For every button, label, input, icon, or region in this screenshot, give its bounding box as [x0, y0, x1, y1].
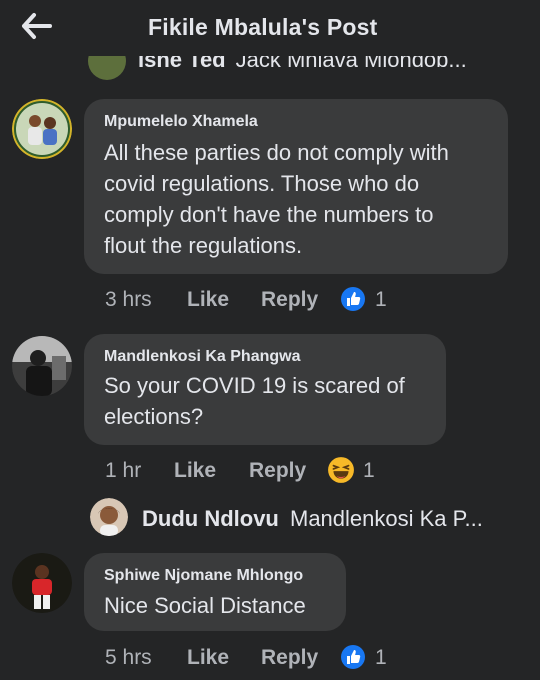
- comment-time[interactable]: 1 hr: [105, 459, 141, 482]
- comment-text: Nice Social Distance: [104, 590, 306, 621]
- comment-text: So your COVID 19 is scared of elections?: [104, 370, 405, 432]
- nested-reply-preview[interactable]: Dudu Ndlovu Mandlenkosi Ka P...: [90, 498, 530, 538]
- avatar[interactable]: [12, 99, 72, 159]
- reply-preview-text: Mandlenkosi Ka P...: [290, 506, 483, 531]
- comment-line: So your COVID 19 is scared of: [104, 373, 405, 398]
- comment-author-name[interactable]: Mandlenkosi Ka Phangwa: [104, 348, 300, 366]
- comment-line: elections?: [104, 404, 204, 429]
- comment-actions: 3 hrs Like Reply 1: [105, 286, 405, 314]
- avatar[interactable]: [12, 553, 72, 613]
- comment-author-name[interactable]: Sphiwe Njomane Mhlongo: [104, 567, 303, 585]
- comment-line: comply don't have the numbers to: [104, 202, 434, 227]
- haha-reaction-icon[interactable]: [327, 456, 355, 484]
- comment-time[interactable]: 3 hrs: [105, 288, 152, 311]
- like-reaction-icon[interactable]: [340, 286, 366, 312]
- reaction-count[interactable]: 1: [375, 288, 387, 312]
- page-title: Fikile Mbalula's Post: [148, 14, 378, 40]
- like-button[interactable]: Like: [187, 646, 229, 670]
- comment-line: All these parties do not comply with: [104, 140, 449, 165]
- comment-time[interactable]: 5 hrs: [105, 646, 152, 669]
- like-button[interactable]: Like: [187, 288, 229, 312]
- comment-line: flout the regulations.: [104, 233, 303, 258]
- avatar[interactable]: [88, 56, 126, 80]
- arrow-left-icon[interactable]: [20, 12, 52, 40]
- comment-bubble[interactable]: Mandlenkosi Ka Phangwa So your COVID 19 …: [84, 334, 446, 445]
- comment-actions: 1 hr Like Reply 1: [105, 456, 405, 485]
- comment-line: Nice Social Distance: [104, 593, 306, 618]
- comment-text: All these parties do not comply with cov…: [104, 137, 449, 261]
- comment-bubble[interactable]: Sphiwe Njomane Mhlongo Nice Social Dista…: [84, 553, 346, 631]
- comment-bubble[interactable]: Mpumelelo Xhamela All these parties do n…: [84, 99, 508, 274]
- comment-author-name[interactable]: Mpumelelo Xhamela: [104, 113, 258, 131]
- top-bar: Fikile Mbalula's Post: [0, 0, 540, 56]
- comment-actions: 5 hrs Like Reply 1: [105, 644, 405, 672]
- reply-button[interactable]: Reply: [249, 459, 306, 483]
- avatar[interactable]: [90, 498, 128, 536]
- reaction-count[interactable]: 1: [375, 646, 387, 670]
- reply-button[interactable]: Reply: [261, 646, 318, 670]
- reply-author-name[interactable]: Ishe Ted: [138, 56, 226, 72]
- like-button[interactable]: Like: [174, 459, 216, 483]
- reply-author-name[interactable]: Dudu Ndlovu: [142, 506, 279, 532]
- comment-line: covid regulations. Those who do: [104, 171, 420, 196]
- reply-button[interactable]: Reply: [261, 288, 318, 312]
- like-reaction-icon[interactable]: [340, 644, 366, 670]
- reaction-count[interactable]: 1: [363, 459, 375, 483]
- collapsed-reply-preview[interactable]: Ishe Ted Jack Mhlava Mlondob...: [88, 56, 528, 82]
- reply-preview-text: Jack Mhlava Mlondob...: [235, 56, 467, 72]
- avatar[interactable]: [12, 336, 72, 396]
